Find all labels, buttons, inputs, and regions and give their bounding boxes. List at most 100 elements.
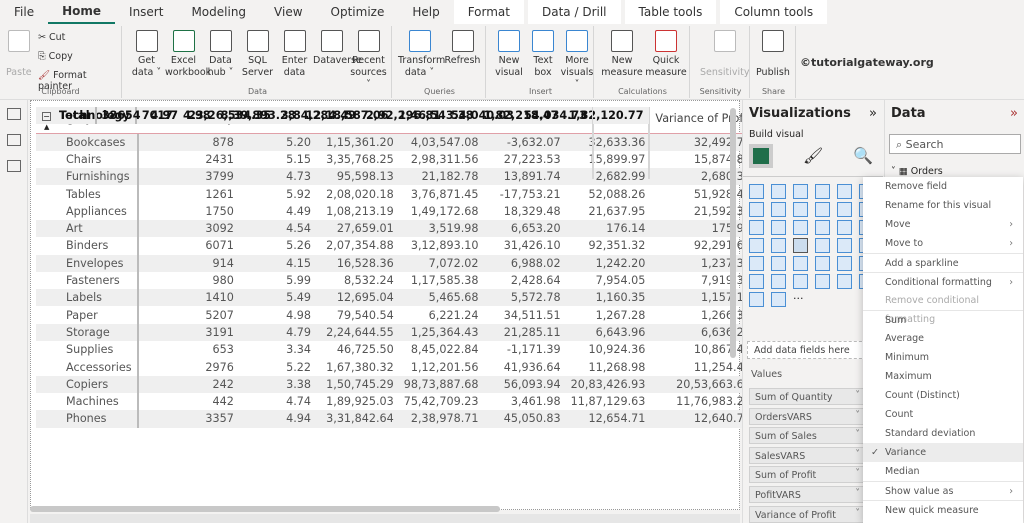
chevron-down-icon[interactable]: ˅: [855, 449, 860, 460]
row-header[interactable]: Labels: [36, 289, 139, 307]
tab-format[interactable]: Format: [453, 0, 524, 24]
tab-file[interactable]: File: [0, 0, 48, 24]
chevron-down-icon[interactable]: ˅: [855, 508, 860, 519]
visual-type-icon[interactable]: [815, 238, 830, 253]
visual-type-icon[interactable]: [749, 202, 764, 217]
tab-help[interactable]: Help: [398, 0, 453, 24]
menu-item-sum[interactable]: Sum: [863, 310, 1023, 329]
menu-item-new-quick-measure[interactable]: New quick measure: [863, 500, 1023, 519]
transform-data-button[interactable]: Transform data ˅: [398, 30, 445, 79]
collapse-data-icon[interactable]: »: [1010, 106, 1018, 121]
menu-item-standard-deviation[interactable]: Standard deviation: [863, 424, 1023, 443]
visual-type-icon[interactable]: [793, 256, 808, 271]
visual-type-icon[interactable]: [815, 274, 830, 289]
cut-button[interactable]: ✂ Cut: [38, 32, 65, 43]
visual-type-icon[interactable]: [837, 220, 852, 235]
sensitivity-button[interactable]: Sensitivity: [700, 30, 749, 79]
get-data-button[interactable]: Get data ˅: [128, 30, 165, 79]
value-well-sum-of-sales[interactable]: Sum of Sales ˅: [749, 427, 865, 445]
menu-item-move-to[interactable]: Move to ›: [863, 234, 1023, 253]
menu-item-remove-field[interactable]: Remove field: [863, 177, 1023, 196]
row-header[interactable]: Accessories: [36, 358, 139, 376]
visual-type-icon[interactable]: [793, 238, 808, 253]
visual-type-icon[interactable]: [837, 238, 852, 253]
visual-type-icon[interactable]: [815, 184, 830, 199]
column-header-variance-of-profit[interactable]: Variance of Profit: [650, 105, 756, 134]
tab-modeling[interactable]: Modeling: [177, 0, 260, 24]
publish-button[interactable]: Publish: [756, 30, 790, 79]
menu-item-count[interactable]: Count: [863, 405, 1023, 424]
row-header[interactable]: Art: [36, 219, 139, 238]
new-measure-button[interactable]: New measure: [600, 30, 644, 79]
row-header[interactable]: Total: [36, 107, 97, 125]
chevron-down-icon[interactable]: ˅: [855, 488, 860, 499]
chevron-down-icon[interactable]: ˅: [855, 410, 860, 421]
menu-item-conditional-formatting[interactable]: Conditional formatting ›: [863, 272, 1023, 291]
menu-item-average[interactable]: Average: [863, 329, 1023, 348]
value-well-salesvars[interactable]: SalesVARS ˅: [749, 446, 865, 464]
menu-item-count-distinct[interactable]: Count (Distinct): [863, 386, 1023, 405]
format-visual-icon[interactable]: 🖌: [803, 146, 823, 165]
visual-type-icon[interactable]: [749, 292, 764, 307]
visual-type-icon[interactable]: [837, 202, 852, 217]
visual-type-icon[interactable]: [771, 292, 786, 307]
row-header[interactable]: Binders: [36, 237, 139, 255]
matrix-visual[interactable]: CategorySum of QuantityOrdersVARSSum of …: [36, 105, 756, 428]
menu-item-move[interactable]: Move ›: [863, 215, 1023, 234]
row-header[interactable]: Phones: [36, 410, 139, 428]
visual-type-icon[interactable]: [771, 220, 786, 235]
chevron-down-icon[interactable]: ˅: [855, 468, 860, 479]
sort-ascending-icon[interactable]: ▲: [44, 123, 49, 131]
visual-type-icon[interactable]: [771, 274, 786, 289]
row-header[interactable]: Supplies: [36, 341, 139, 359]
menu-item-show-value-as[interactable]: Show value as ›: [863, 481, 1023, 500]
visual-type-icon[interactable]: [771, 184, 786, 199]
row-header[interactable]: Envelopes: [36, 254, 139, 272]
tab-data-drill[interactable]: Data / Drill: [528, 0, 621, 24]
row-header[interactable]: Tables: [36, 185, 139, 203]
more-visuals-button[interactable]: More visuals ˅: [560, 30, 594, 91]
visual-type-icon[interactable]: [771, 256, 786, 271]
tab-optimize[interactable]: Optimize: [317, 0, 399, 24]
menu-item-maximum[interactable]: Maximum: [863, 367, 1023, 386]
recent-sources-button[interactable]: Recent sources ˅: [350, 30, 387, 91]
data-hub-button[interactable]: Data hub ˅: [202, 30, 239, 79]
collapse-icon[interactable]: »: [869, 106, 877, 121]
enter-data-button[interactable]: Enter data: [276, 30, 313, 79]
tab-insert[interactable]: Insert: [115, 0, 177, 24]
row-header[interactable]: Paper: [36, 306, 139, 324]
visual-type-icon[interactable]: [815, 202, 830, 217]
visual-type-icon[interactable]: [793, 202, 808, 217]
tab-view[interactable]: View: [260, 0, 316, 24]
copy-button[interactable]: ⎘ Copy: [38, 51, 73, 62]
vertical-scrollbar[interactable]: [730, 108, 736, 358]
visual-type-icon[interactable]: [793, 274, 808, 289]
menu-item-minimum[interactable]: Minimum: [863, 348, 1023, 367]
value-well-sum-of-quantity[interactable]: Sum of Quantity ˅: [749, 388, 865, 405]
row-header[interactable]: Appliances: [36, 202, 139, 220]
tab-column-tools[interactable]: Column tools: [720, 0, 828, 24]
report-view-icon[interactable]: [6, 108, 21, 120]
model-view-icon[interactable]: [6, 160, 21, 172]
visual-type-icon[interactable]: [749, 274, 764, 289]
row-header[interactable]: Fasteners: [36, 271, 139, 290]
chevron-down-icon[interactable]: ˅: [855, 390, 860, 401]
tab-home[interactable]: Home: [48, 0, 116, 24]
refresh-button[interactable]: Refresh: [441, 30, 484, 67]
visual-type-icon[interactable]: [771, 202, 786, 217]
build-visual-tab[interactable]: [749, 144, 773, 168]
visual-type-icon[interactable]: [815, 220, 830, 235]
search-input[interactable]: ⌕ Search: [889, 134, 1021, 154]
table-view-icon[interactable]: [6, 134, 21, 146]
visual-type-icon[interactable]: [837, 184, 852, 199]
value-well-variance-of-profit[interactable]: Variance of Profit ˅: [749, 505, 865, 523]
tab-table-tools[interactable]: Table tools: [624, 0, 717, 24]
chevron-down-icon[interactable]: ˅: [855, 429, 860, 440]
visual-type-icon[interactable]: [749, 238, 764, 253]
visual-type-icon[interactable]: [749, 256, 764, 271]
menu-item-median[interactable]: Median: [863, 462, 1023, 481]
text-box-button[interactable]: Text box: [526, 30, 560, 79]
excel-workbook-button[interactable]: Excel workbook: [165, 30, 211, 79]
visual-type-icon[interactable]: [771, 238, 786, 253]
visual-type-icon[interactable]: [749, 220, 764, 235]
